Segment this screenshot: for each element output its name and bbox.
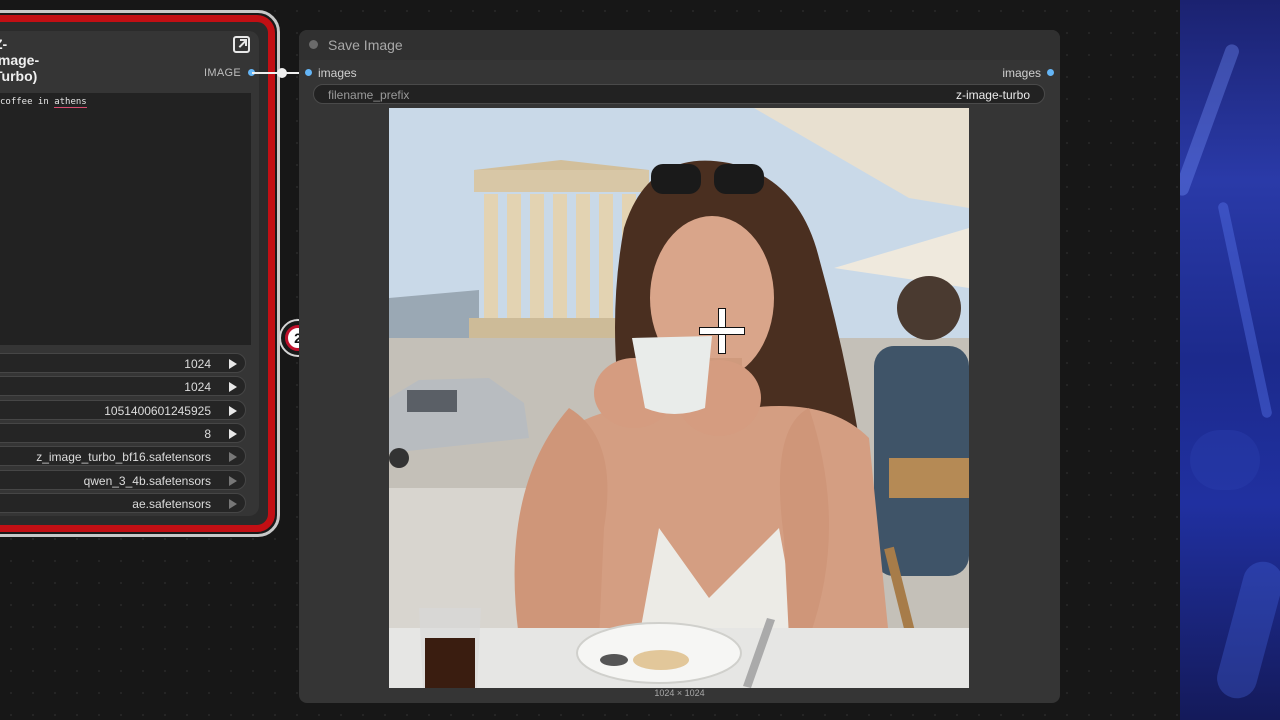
filename-prefix-field[interactable]: filename_prefix z-image-turbo — [313, 84, 1045, 104]
image-dimensions: 1024 × 1024 — [654, 688, 705, 698]
crosshair-cursor-icon — [699, 308, 745, 354]
widget-value: 1051400601245925 — [104, 404, 211, 418]
dropdown-arrow-icon[interactable] — [229, 499, 237, 509]
widget-value: ae.safetensors — [132, 497, 211, 511]
prompt-text: coffee in — [0, 97, 55, 107]
output-label-images: images — [1002, 66, 1041, 80]
vae-name-widget[interactable]: ae.safetensors — [0, 493, 246, 513]
widget-value: z_image_turbo_bf16.safetensors — [36, 450, 211, 464]
node-header[interactable]: Save Image — [299, 30, 1060, 60]
widget-value: 1024 — [184, 357, 211, 371]
increment-arrow-icon[interactable] — [229, 359, 237, 369]
side-artwork — [1180, 0, 1280, 720]
prompt-misspelled-word: athens — [54, 97, 87, 108]
input-label-images: images — [318, 66, 357, 80]
dropdown-arrow-icon[interactable] — [229, 476, 237, 486]
input-port-images[interactable] — [305, 69, 312, 76]
save-image-node[interactable]: Save Image images images filename_prefix… — [299, 30, 1060, 703]
prompt-textarea[interactable]: coffee in athens — [0, 93, 251, 345]
widget-value: 8 — [204, 427, 211, 441]
unet-name-widget[interactable]: z_image_turbo_bf16.safetensors — [0, 446, 246, 466]
increment-arrow-icon[interactable] — [229, 429, 237, 439]
steps-widget[interactable]: 8 — [0, 423, 246, 443]
widget-value: qwen_3_4b.safetensors — [83, 474, 211, 488]
photo-illustration — [389, 108, 969, 688]
link-midpoint-handle[interactable] — [277, 68, 287, 78]
collapse-dot-icon[interactable] — [309, 40, 318, 49]
height-widget[interactable]: 1024 — [0, 376, 246, 396]
output-port-images[interactable] — [1047, 69, 1054, 76]
increment-arrow-icon[interactable] — [229, 406, 237, 416]
filename-prefix-value: z-image-turbo — [955, 88, 1030, 102]
node-title: Z-Image-Turbo) — [0, 36, 40, 84]
output-label-image: IMAGE — [204, 67, 241, 79]
node-title: Save Image — [328, 37, 403, 53]
widget-value: 1024 — [184, 380, 211, 394]
generated-image-preview[interactable] — [389, 108, 969, 688]
expand-icon[interactable] — [233, 36, 250, 53]
increment-arrow-icon[interactable] — [229, 382, 237, 392]
seed-widget[interactable]: 1051400601245925 — [0, 400, 246, 420]
width-widget[interactable]: 1024 — [0, 353, 246, 373]
clip-name-widget[interactable]: qwen_3_4b.safetensors — [0, 470, 246, 490]
filename-prefix-label: filename_prefix — [328, 88, 410, 102]
dropdown-arrow-icon[interactable] — [229, 452, 237, 462]
